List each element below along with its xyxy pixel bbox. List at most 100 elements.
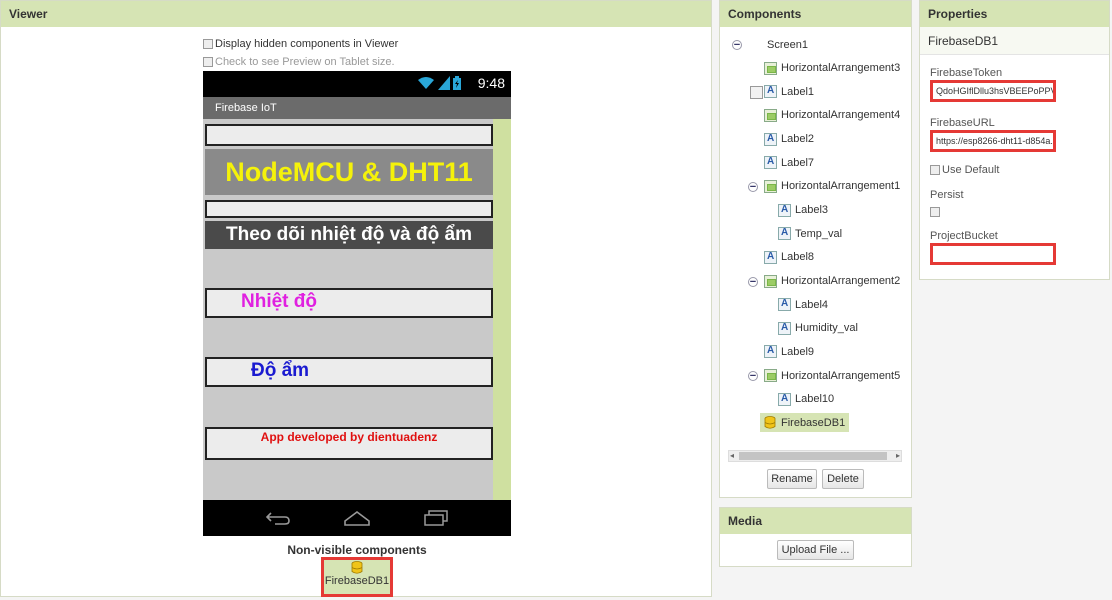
use-default-checkbox[interactable] [930,165,940,175]
horizontal-arrangement-icon [764,369,777,383]
tree-item-label: Label8 [781,251,815,264]
tree-item-horizontalarrangement1[interactable]: HorizontalArrangement1 [764,179,901,193]
rename-button[interactable]: Rename [767,469,817,489]
tree-item-humidity_val[interactable]: Humidity_val [778,321,858,335]
selected-component-name: FirebaseDB1 [920,27,1109,55]
tree-item-label2[interactable]: Label2 [764,132,814,146]
tablet-preview-label: Check to see Preview on Tablet size. [215,56,395,68]
tree-toggle-screen1[interactable]: − [732,40,742,51]
viewer-title: Viewer [1,1,711,27]
horizontal-arrangement-5[interactable]: App developed by dientuadenz [205,427,493,460]
status-icons [417,76,461,90]
tree-toggle-horizontalarrangement1[interactable]: − [748,181,758,192]
database-icon [351,561,363,574]
hscroll-thumb[interactable] [739,452,887,460]
tree-item-horizontalarrangement2[interactable]: HorizontalArrangement2 [764,274,901,288]
label-component-icon [778,227,791,241]
tree-item-label: Label4 [795,298,829,311]
status-time: 9:48 [477,75,505,91]
horizontal-arrangement-2[interactable]: Độ ẩm [205,357,493,387]
heading-label[interactable]: NodeMCU & DHT11 [205,149,493,195]
scroll-right-icon[interactable]: ▸ [896,451,900,460]
media-title: Media [720,508,911,534]
temp-label[interactable]: Nhiệt độ [241,291,317,313]
database-icon [764,416,777,430]
display-hidden-row[interactable]: Display hidden components in Viewer [203,38,398,50]
nonvisible-item-label: FirebaseDB1 [324,575,390,587]
upload-file-button[interactable]: Upload File ... [777,540,854,560]
tree-item-label: Screen1 [767,38,808,51]
tree-item-label3[interactable]: Label3 [778,203,829,217]
persist-checkbox[interactable] [930,207,940,217]
tablet-preview-checkbox[interactable] [203,57,213,67]
persist-label: Persist [930,189,964,201]
properties-panel: Properties FirebaseDB1 FirebaseToken Qdo… [919,0,1110,280]
screen-scrollbar[interactable] [493,119,511,500]
tree-item-label: Label7 [781,156,815,169]
firebase-url-label: FirebaseURL [930,117,995,129]
firebase-url-input[interactable]: https://esp8266-dht11-d854a.f [930,130,1056,152]
nonvisible-firebasedb1[interactable]: FirebaseDB1 [321,557,393,597]
screen-icon [750,86,763,99]
status-bar: 9:48 [203,71,511,97]
tree-toggle-horizontalarrangement5[interactable]: − [748,371,758,382]
home-icon [344,511,370,526]
tree-item-temp_val[interactable]: Temp_val [778,227,842,241]
project-bucket-label: ProjectBucket [930,230,998,242]
app-screen: NodeMCU & DHT11 Theo dõi nhiệt độ và độ … [203,119,511,500]
tree-item-label: HorizontalArrangement1 [781,180,901,193]
tree-item-horizontalarrangement5[interactable]: HorizontalArrangement5 [764,369,901,383]
label-component-icon [764,132,777,146]
label-component-icon [778,298,791,312]
tree-item-label1[interactable]: Label1 [764,85,815,99]
horizontal-arrangement-3[interactable] [205,124,493,146]
humidity-label[interactable]: Độ ẩm [251,360,309,382]
label-component-icon [778,392,791,406]
label-component-icon [764,85,777,99]
tree-item-label: Label1 [781,85,815,98]
tree-item-label: Label9 [781,345,815,358]
tree-item-label7[interactable]: Label7 [764,156,815,170]
tree-item-label: HorizontalArrangement4 [781,109,901,122]
use-default-row[interactable]: Use Default [930,164,999,176]
components-title: Components [720,1,911,27]
label-component-icon [764,345,777,359]
horizontal-arrangement-1[interactable]: Nhiệt độ [205,288,493,318]
project-bucket-input[interactable] [930,243,1056,265]
display-hidden-checkbox[interactable] [203,39,213,49]
tree-item-label: FirebaseDB1 [781,416,846,429]
components-panel: Components − Screen1 HorizontalArrangement… [719,0,912,498]
tree-item-label: HorizontalArrangement5 [781,369,901,382]
scroll-left-icon[interactable]: ◂ [730,451,734,460]
use-default-label: Use Default [942,164,1000,176]
tablet-preview-row[interactable]: Check to see Preview on Tablet size. [203,56,395,68]
horizontal-arrangement-4[interactable] [205,200,493,218]
subtitle-label[interactable]: Theo dõi nhiệt độ và độ ẩm [205,221,493,249]
signal-icon [438,76,450,90]
tree-item-label8[interactable]: Label8 [764,250,815,264]
horizontal-arrangement-icon [764,274,777,288]
display-hidden-label: Display hidden components in Viewer [215,38,399,50]
battery-icon [453,76,461,90]
tree-item-screen1[interactable]: Screen1 [750,38,808,99]
components-hscroll[interactable]: ◂ ▸ [728,450,902,462]
properties-title: Properties [920,1,1109,27]
delete-button[interactable]: Delete [822,469,864,489]
tree-item-label10[interactable]: Label10 [778,392,835,406]
tree-item-label: HorizontalArrangement2 [781,275,901,287]
tree-item-label9[interactable]: Label9 [764,345,815,359]
tree-item-label4[interactable]: Label4 [778,298,829,312]
horizontal-arrangement-icon [764,108,777,122]
tree-item-horizontalarrangement3[interactable]: HorizontalArrangement3 [764,61,900,75]
firebase-token-input[interactable]: QdoHGIflDllu3hsVBEEPoPPV [930,80,1056,102]
tree-item-horizontalarrangement4[interactable]: HorizontalArrangement4 [764,108,901,122]
tree-item-label: Label3 [795,204,829,217]
tree-item-label: Label10 [795,393,835,406]
wifi-icon [418,77,434,89]
tree-item-firebasedb1[interactable]: FirebaseDB1 [760,413,850,433]
phone-preview: 9:48 Firebase IoT NodeMCU & DHT11 Theo d… [203,71,511,536]
nonvisible-title: Non-visible components [287,543,427,557]
label-component-icon [764,250,777,264]
credit-label[interactable]: App developed by dientuadenz [207,430,491,444]
tree-toggle-horizontalarrangement2[interactable]: − [748,276,758,287]
